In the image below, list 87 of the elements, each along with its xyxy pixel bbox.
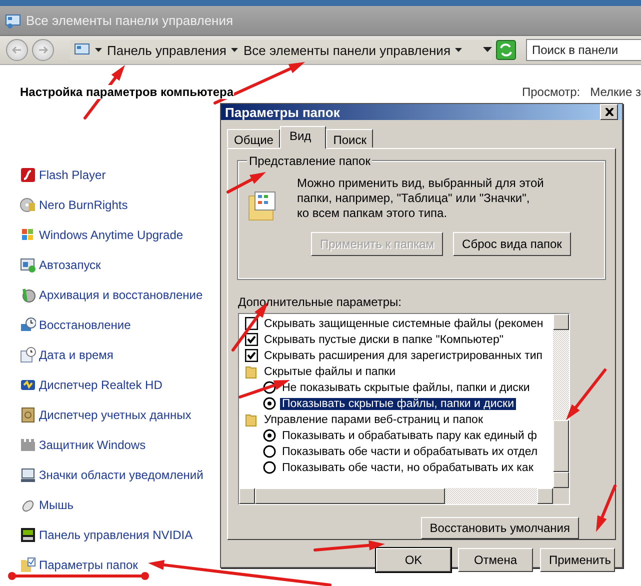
tab[interactable]: Общие — [227, 129, 280, 148]
caret-icon[interactable] — [231, 48, 238, 52]
folder-icon — [247, 190, 277, 222]
scroll-up-button[interactable] — [553, 314, 569, 330]
tab[interactable]: Вид — [280, 126, 326, 149]
scroll-right-button[interactable] — [537, 488, 553, 504]
tab[interactable]: Поиск — [326, 129, 374, 148]
wall-icon — [20, 437, 36, 453]
radio-button[interactable] — [263, 445, 276, 458]
annotation-arrow — [314, 540, 385, 552]
section-label: Дополнительные параметры: — [238, 294, 402, 309]
control-panel-link[interactable]: Значки области уведомлений — [39, 468, 204, 482]
control-panel-link[interactable]: Дата и время — [39, 348, 114, 362]
view-dropdown[interactable]: Мелкие з — [590, 85, 641, 99]
control-panel-link[interactable]: Параметры папок — [39, 558, 138, 572]
autoplay-icon — [20, 257, 36, 273]
control-panel-link[interactable]: Восстановление — [39, 318, 131, 332]
dialog-button[interactable]: OK — [376, 548, 451, 572]
calendar-clock-icon — [20, 347, 36, 363]
option-label[interactable]: Скрытые файлы и папки — [262, 366, 398, 378]
control-panel-link[interactable]: Диспетчер Realtek HD — [39, 378, 162, 392]
group-title: Представление папок — [247, 154, 372, 168]
annotation-arrow — [596, 484, 616, 532]
dialog-button[interactable]: Отмена — [458, 548, 533, 572]
option-label[interactable]: Скрывать пустые диски в папке "Компьютер" — [262, 334, 506, 346]
description-text: Можно применить вид, выбранный для этой папки, например, "Таблица" или "Значки", ко всем папкам этого типа. — [297, 176, 544, 222]
control-panel-link[interactable]: Flash Player — [39, 168, 106, 182]
folder-icon — [20, 557, 36, 573]
control-panel-link[interactable]: Панель управления NVIDIA — [39, 528, 193, 542]
window-title: Все элементы панели управления — [26, 13, 234, 28]
radio-button[interactable] — [263, 461, 276, 474]
page-heading: Настройка параметров компьютера — [20, 85, 234, 99]
scrollbar-thumb[interactable] — [255, 488, 445, 504]
address-bar[interactable]: Панель управления Все элементы панели управления — [70, 40, 492, 60]
folder-view-button[interactable]: Сброс вида папок — [453, 232, 571, 256]
dialog-button[interactable]: Применить — [540, 548, 615, 572]
restore-defaults-button[interactable]: Восстановить умолчания — [420, 516, 579, 539]
control-panel-link[interactable]: Автозапуск — [39, 258, 101, 272]
left-arrow-icon — [11, 44, 23, 56]
option-label[interactable]: Показывать обе части, но обрабатывать их как — [280, 462, 536, 474]
settings-list[interactable] — [238, 312, 570, 505]
control-panel-link[interactable]: Мышь — [39, 498, 74, 512]
checkbox[interactable] — [245, 333, 258, 346]
monitor-icon — [20, 467, 36, 483]
option-label[interactable]: Скрывать защищенные системные файлы (рекомен — [262, 318, 546, 330]
option-label[interactable]: Управление парами веб-страниц и папок — [262, 414, 485, 426]
horizontal-scrollbar[interactable] — [239, 488, 553, 504]
radio-button[interactable] — [263, 429, 276, 442]
control-panel-link[interactable]: Диспетчер учетных данных — [39, 408, 192, 422]
safe-icon — [20, 407, 36, 423]
option-label[interactable]: Скрывать расширения для зарегистрированных тип — [262, 350, 545, 362]
annotation-arrow — [566, 368, 606, 420]
folder-icon — [245, 412, 258, 427]
windows-flag-icon — [20, 227, 36, 243]
folder-icon — [245, 364, 258, 379]
caret-icon[interactable] — [455, 48, 462, 52]
control-panel-link[interactable]: Nero BurnRights — [39, 198, 128, 212]
option-label[interactable]: Показывать и обрабатывать пару как единый ф — [280, 430, 540, 442]
close-button[interactable] — [600, 104, 618, 120]
annotation-arrow — [226, 172, 266, 194]
radio-button[interactable] — [263, 397, 276, 410]
breadcrumb-item[interactable]: Панель управления — [107, 42, 226, 58]
refresh-icon[interactable] — [496, 40, 516, 60]
vertical-scrollbar[interactable] — [553, 314, 569, 488]
nvidia-icon — [20, 527, 36, 543]
flash-icon — [20, 167, 36, 183]
scroll-down-button[interactable] — [553, 472, 569, 488]
restore-icon — [20, 317, 36, 333]
caret-icon[interactable] — [483, 47, 492, 53]
control-panel-icon — [5, 12, 21, 28]
dialog-title: Параметры папок — [225, 104, 340, 120]
option-label[interactable]: Показывать скрытые файлы, папки и диски — [280, 398, 516, 410]
control-panel-link[interactable]: Windows Anytime Upgrade — [39, 228, 184, 242]
checkbox[interactable] — [245, 349, 258, 362]
control-panel-link[interactable]: Архивация и восстановление — [39, 288, 203, 302]
scroll-left-button[interactable] — [239, 488, 255, 504]
option-label[interactable]: Показывать обе части и обрабатывать их отдел — [280, 446, 540, 458]
scrollbar-thumb[interactable] — [553, 420, 569, 472]
search-field[interactable]: Поиск в панели — [526, 39, 641, 61]
disc-icon — [20, 197, 36, 213]
caret-icon[interactable] — [95, 48, 102, 52]
right-arrow-icon — [37, 44, 49, 56]
close-icon — [604, 108, 614, 116]
view-label: Просмотр: — [522, 85, 580, 99]
option-label[interactable]: Не показывать скрытые файлы, папки и диски — [280, 382, 532, 394]
breadcrumb-item[interactable]: Все элементы панели управления — [243, 42, 450, 58]
control-panel-link[interactable]: Защитник Windows — [39, 438, 146, 452]
